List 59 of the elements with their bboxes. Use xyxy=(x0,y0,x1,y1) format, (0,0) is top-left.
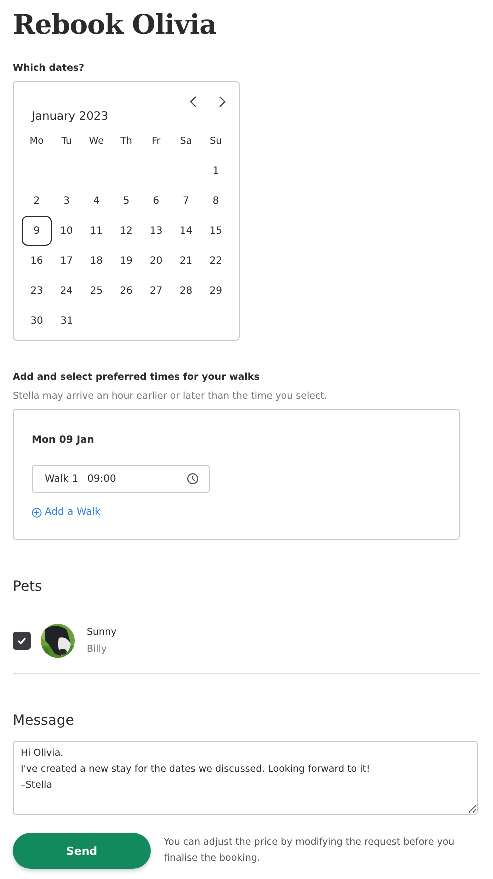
weekday-label: Tu xyxy=(60,134,73,148)
calendar-day[interactable]: 23 xyxy=(22,276,52,306)
weekday-label: Mo xyxy=(28,134,45,148)
clock-icon xyxy=(187,473,199,485)
walk-date: Mon 09 Jan xyxy=(32,435,94,446)
calendar-day[interactable]: 24 xyxy=(52,276,82,306)
calendar-day[interactable]: 20 xyxy=(141,246,172,276)
calendar-day[interactable]: 29 xyxy=(201,276,232,306)
calendar-day[interactable]: 3 xyxy=(52,186,82,216)
calendar-day[interactable]: 14 xyxy=(171,216,202,246)
page-title: Rebook Olivia xyxy=(13,9,217,42)
calendar-day[interactable]: 17 xyxy=(52,246,82,276)
calendar-day[interactable]: 26 xyxy=(112,276,142,306)
calendar-day[interactable]: 18 xyxy=(82,246,112,276)
walk-time-field[interactable]: Walk 1 09:00 xyxy=(32,465,210,493)
section-heading: Message xyxy=(13,713,74,729)
calendar-day[interactable]: 1 xyxy=(201,156,231,186)
section-label: Add and select preferred times for your walks xyxy=(13,372,260,383)
calendar-day[interactable]: 19 xyxy=(112,246,142,276)
weekday-label: We xyxy=(88,134,105,148)
month-title: January 2023 xyxy=(32,109,109,123)
calendar-day[interactable]: 25 xyxy=(82,276,112,306)
hint-text: Stella may arrive an hour earlier or later than the time you select. xyxy=(13,391,328,402)
chevron-right-icon xyxy=(217,96,227,108)
calendar-day[interactable]: 31 xyxy=(52,306,82,336)
calendar-day[interactable]: 8 xyxy=(201,186,232,216)
calendar-day[interactable]: 15 xyxy=(201,216,232,246)
plus-circle-icon xyxy=(32,508,42,518)
price-note: You can adjust the price by modifying the request before you finalise the booking. xyxy=(164,836,456,866)
pet-checkbox[interactable] xyxy=(13,632,31,650)
calendar-day[interactable]: 11 xyxy=(82,216,112,246)
message-field[interactable]: Hi Olivia. I've created a new stay for the dates we discussed. Looking forward to it! –Stella xyxy=(13,741,478,815)
calendar-day[interactable]: 16 xyxy=(22,246,52,276)
weekday-label: Th xyxy=(120,134,134,148)
calendar-day[interactable]: 4 xyxy=(82,186,112,216)
calendar-day[interactable]: 12 xyxy=(112,216,142,246)
calendar-day[interactable]: 27 xyxy=(141,276,172,306)
calendar-day[interactable]: 28 xyxy=(171,276,202,306)
section-heading: Pets xyxy=(13,579,42,595)
section-label: Which dates? xyxy=(13,63,85,74)
calendar-day[interactable]: 7 xyxy=(171,186,202,216)
calendar-day[interactable]: 21 xyxy=(171,246,202,276)
calendar-day[interactable]: 13 xyxy=(141,216,172,246)
calendar-day[interactable]: 2 xyxy=(22,186,52,216)
calendar-day[interactable]: 10 xyxy=(52,216,82,246)
checkmark-icon xyxy=(17,636,27,646)
calendar-day[interactable]: 5 xyxy=(112,186,142,216)
add-walk-link[interactable]: Add a Walk xyxy=(32,507,101,518)
weekday-label: Fr xyxy=(151,134,162,148)
chevron-left-icon xyxy=(189,96,199,108)
calendar-day[interactable]: 22 xyxy=(201,246,232,276)
weekday-label: Sa xyxy=(179,134,194,148)
send-button[interactable]: Send xyxy=(13,833,151,869)
calendar-day[interactable]: 6 xyxy=(141,186,172,216)
pet-owner: Billy xyxy=(87,644,108,655)
calendar-day[interactable]: 9 xyxy=(22,216,52,246)
pet-name: Sunny xyxy=(87,627,117,638)
weekday-label: Su xyxy=(209,134,224,148)
calendar-day[interactable]: 30 xyxy=(22,306,52,336)
